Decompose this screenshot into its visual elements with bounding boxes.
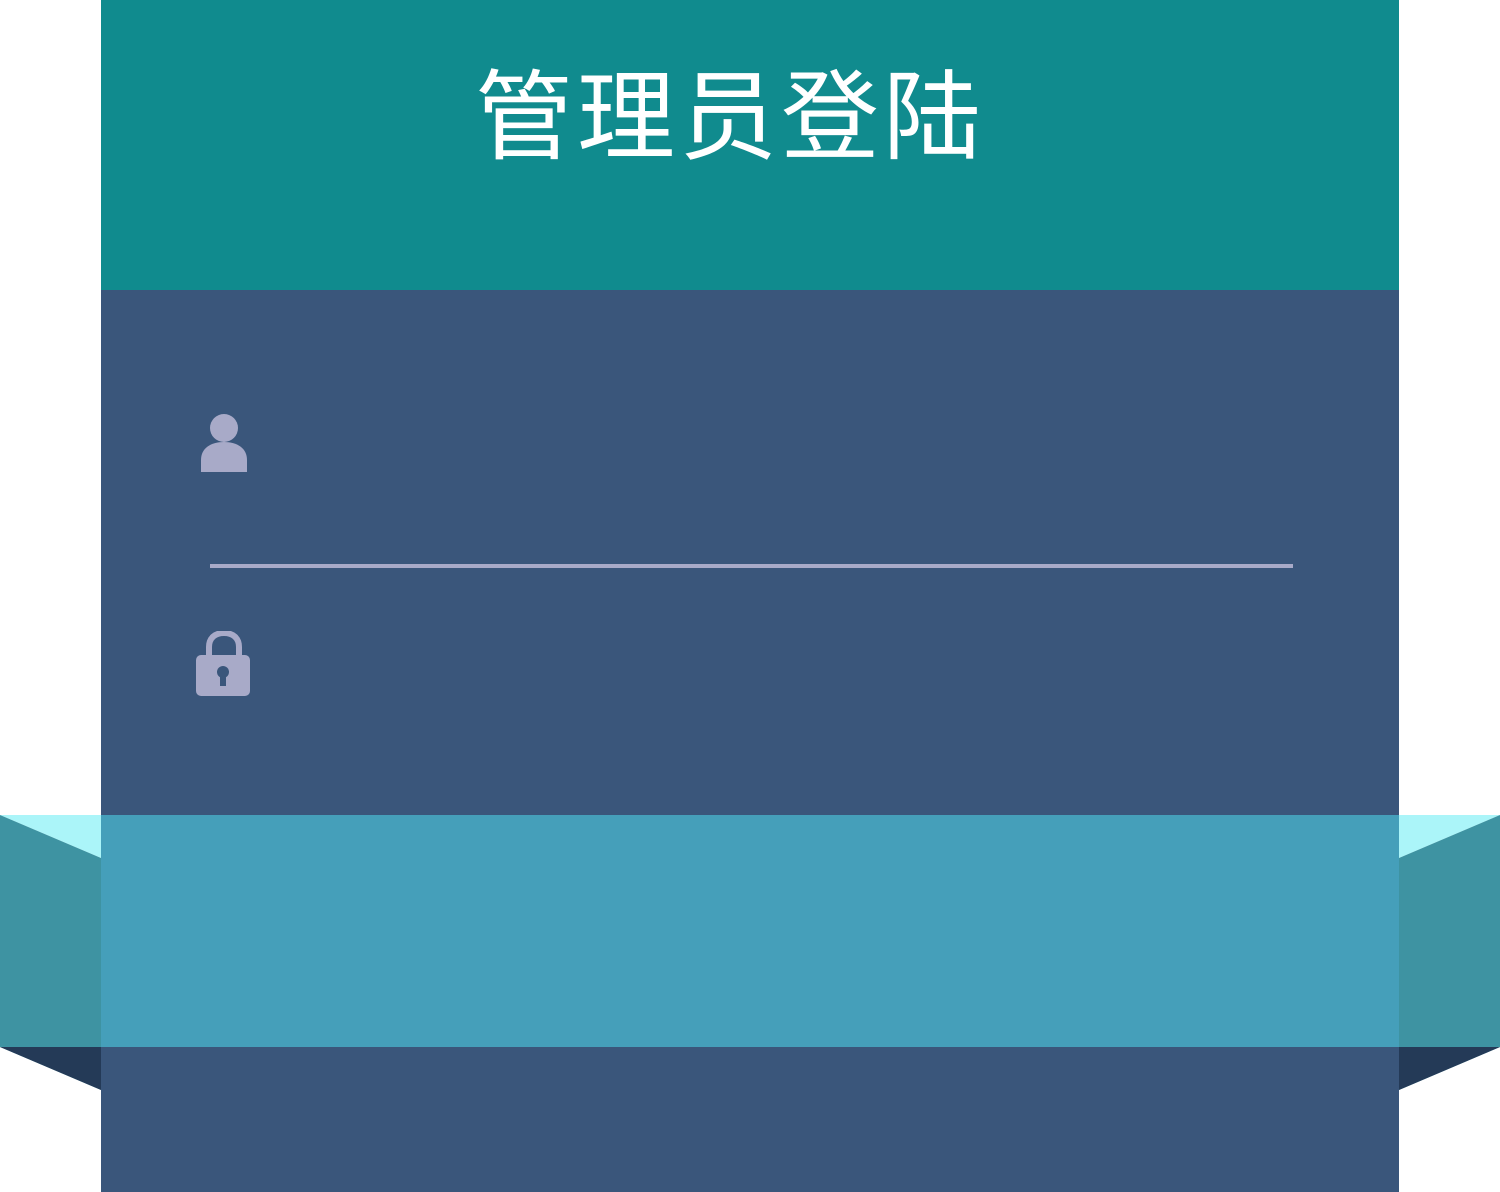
page-title: 管理员登陆 xyxy=(474,61,985,175)
lock-icon xyxy=(196,631,250,696)
field-divider xyxy=(210,564,1293,568)
username-input[interactable] xyxy=(301,414,1281,514)
login-ribbon xyxy=(0,815,1500,1090)
username-field[interactable] xyxy=(201,414,1293,514)
password-field[interactable] xyxy=(196,631,1293,731)
login-button[interactable] xyxy=(101,815,1399,1047)
login-header: 管理员登陆 xyxy=(101,0,1399,290)
user-icon xyxy=(201,414,247,472)
login-screen: 管理员登陆 xyxy=(0,0,1500,1192)
password-input[interactable] xyxy=(301,631,1281,731)
